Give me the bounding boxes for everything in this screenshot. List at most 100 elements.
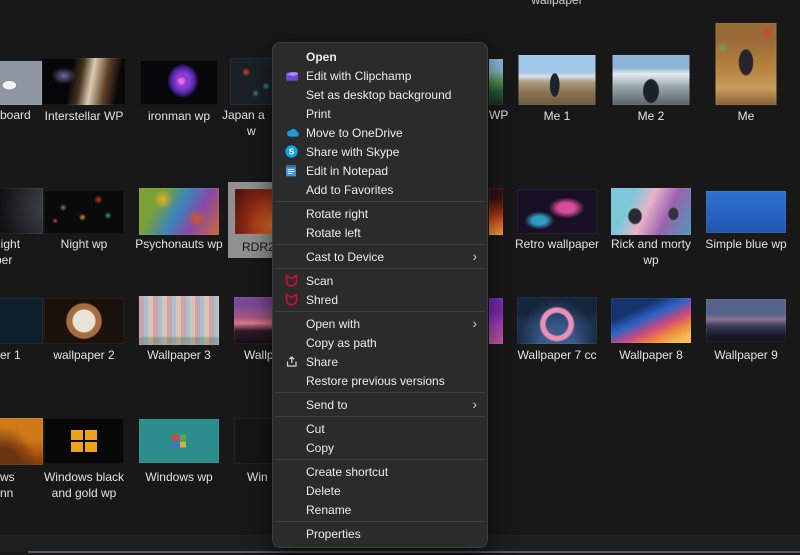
chevron-right-icon: › [472,316,477,332]
file-label: wallpaper 2 [29,348,139,363]
menu-item-cut[interactable]: Cut [273,419,487,438]
menu-item-shred[interactable]: Shred [273,290,487,309]
file-label: Psychonauts wp [124,237,234,252]
menu-item-rename[interactable]: Rename [273,500,487,519]
menu-item-label: Cast to Device [306,250,384,264]
file-thumbnail [0,61,43,105]
file-thumbnail [517,297,597,344]
menu-item-label: Edit in Notepad [306,164,388,178]
chevron-right-icon: › [472,397,477,413]
menu-item-open-with[interactable]: Open with› [273,314,487,333]
file-label-line2: per [0,253,12,268]
menu-item-icon-slot [285,422,306,436]
taskbar-accent-line [28,551,800,553]
menu-item-label: Move to OneDrive [306,126,403,140]
menu-item-label: Share [306,355,338,369]
file-label: Win [247,470,268,485]
file-thumbnail [0,188,43,234]
file-label-line2: and gold wp [29,486,139,501]
menu-item-share[interactable]: Share [273,352,487,371]
menu-item-open[interactable]: Open [273,47,487,66]
file-label: Rick and morty [596,237,706,252]
notepad-icon [285,164,306,178]
menu-item-label: Restore previous versions [306,374,445,388]
file-label: Night wp [29,237,139,252]
menu-item-share-with-skype[interactable]: SShare with Skype [273,142,487,161]
file-label: Windows wp [124,470,234,485]
menu-item-icon-slot [285,527,306,541]
menu-item-icon-slot [285,503,306,517]
file-thumbnail [489,59,503,105]
file-thumbnail [42,58,126,105]
menu-item-move-to-onedrive[interactable]: Move to OneDrive [273,123,487,142]
menu-item-label: Edit with Clipchamp [306,69,411,83]
menu-item-icon-slot [285,398,306,412]
file-label-cut-top: wallpaper [502,0,612,7]
menu-item-cast-to-device[interactable]: Cast to Device› [273,247,487,266]
clipchamp-icon [285,69,306,83]
menu-item-icon-slot [285,50,306,64]
file-thumbnail [613,55,690,105]
menu-item-create-shortcut[interactable]: Create shortcut [273,462,487,481]
explorer-window: wallpaper board Interstellar WP ironman … [0,0,800,555]
menu-item-copy-as-path[interactable]: Copy as path [273,333,487,352]
windows-logo-icon [71,430,97,452]
context-menu-items: Open Edit with Clipchamp Set as desktop ba… [273,47,487,543]
menu-separator [274,521,486,522]
file-label: Wallpaper 8 [596,348,706,363]
file-label: Wallp [244,348,274,363]
menu-separator [274,201,486,202]
menu-item-restore-previous-versions[interactable]: Restore previous versions [273,371,487,390]
menu-item-label: Print [306,107,331,121]
menu-item-copy[interactable]: Copy [273,438,487,457]
menu-item-add-to-favorites[interactable]: Add to Favorites [273,180,487,199]
menu-item-icon-slot [285,250,306,264]
file-thumbnail [139,188,219,235]
menu-item-properties[interactable]: Properties [273,524,487,543]
menu-item-label: Shred [306,293,338,307]
file-label: night [0,237,20,252]
file-thumbnail [611,188,691,235]
file-label: Interstellar WP [29,109,139,124]
menu-item-send-to[interactable]: Send to› [273,395,487,414]
file-thumbnail [519,55,596,105]
file-thumbnail [716,23,777,105]
file-label: er 1 [0,348,21,363]
share-icon [285,355,306,369]
file-thumbnail [139,296,219,345]
menu-item-rotate-right[interactable]: Rotate right [273,204,487,223]
windows-logo-icon [172,435,186,448]
menu-separator [274,416,486,417]
file-thumbnail [140,60,218,105]
menu-item-label: Add to Favorites [306,183,393,197]
file-thumbnail [611,298,691,343]
menu-item-label: Copy [306,441,334,455]
file-thumbnail [0,298,43,344]
menu-separator [274,311,486,312]
file-label: ironman wp [124,109,234,124]
menu-item-label: Share with Skype [306,145,399,159]
menu-item-rotate-left[interactable]: Rotate left [273,223,487,242]
file-label: Me 2 [596,109,706,124]
menu-item-delete[interactable]: Delete [273,481,487,500]
file-thumbnail [139,419,219,463]
file-label: Simple blue wp [691,237,800,252]
file-thumbnail [489,188,503,235]
menu-item-icon-slot [285,317,306,331]
file-thumbnail [44,298,124,344]
file-label: RDR2 [242,240,275,255]
file-label: Wallpaper 9 [691,348,800,363]
menu-item-scan[interactable]: Scan [273,271,487,290]
menu-item-edit-with-clipchamp[interactable]: Edit with Clipchamp [273,66,487,85]
file-label: ws [0,470,15,485]
mcafee-scan-icon [285,274,306,288]
menu-item-icon-slot [285,207,306,221]
file-thumbnail [517,189,597,234]
menu-item-edit-in-notepad[interactable]: Edit in Notepad [273,161,487,180]
file-label-line2: wp [596,253,706,268]
menu-item-set-as-desktop-background[interactable]: Set as desktop background [273,85,487,104]
menu-item-label: Rename [306,503,351,517]
file-thumbnail [706,299,786,342]
menu-item-label: Properties [306,527,361,541]
menu-item-print[interactable]: Print [273,104,487,123]
